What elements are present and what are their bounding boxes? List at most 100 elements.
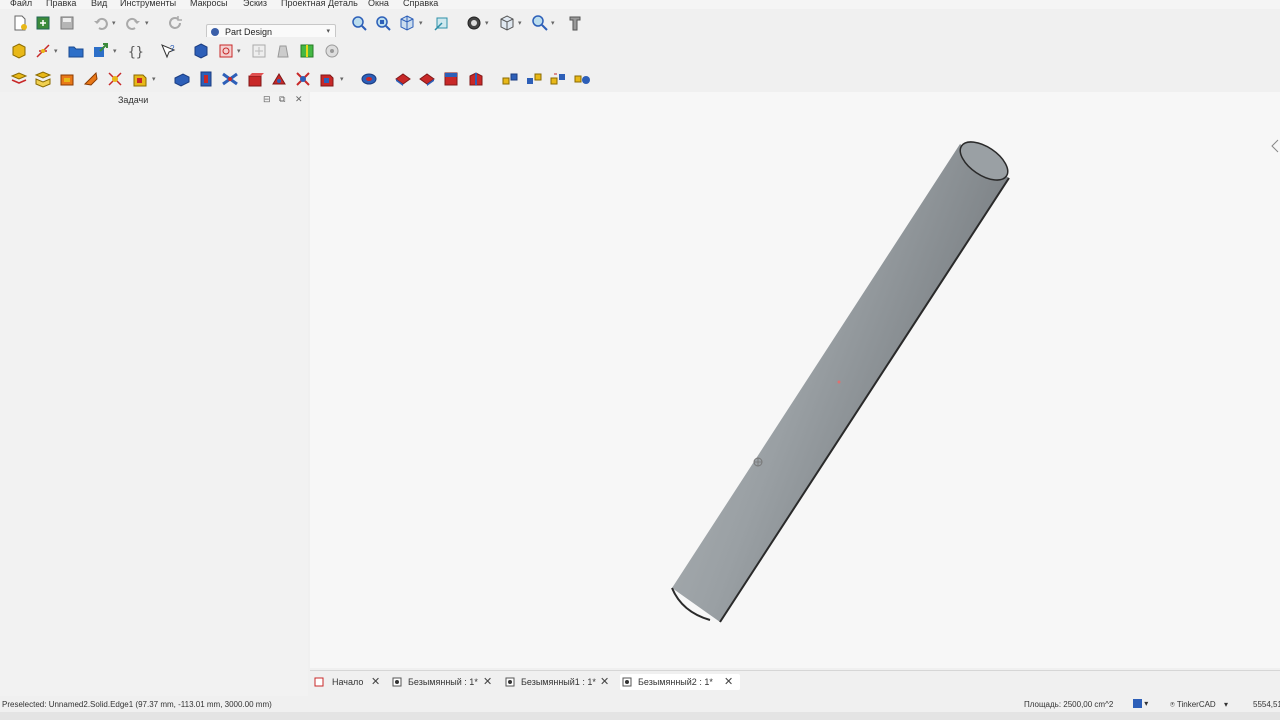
group-icon[interactable] (67, 42, 85, 60)
standard-views-icon[interactable] (498, 14, 516, 32)
save-document-icon[interactable] (58, 14, 76, 32)
area-readout: Площадь: 2500,00 cm^2 (1024, 700, 1114, 709)
helix-icon[interactable] (270, 70, 288, 88)
subtractive-primitive-icon[interactable] (294, 70, 312, 88)
tab-label: Безымянный1 : 1* (521, 677, 596, 687)
3d-view[interactable] (310, 92, 1280, 668)
tab-label: Начало (332, 677, 364, 687)
create-sketch-dropdown-icon[interactable]: ▾ (237, 47, 241, 55)
validate-sketch-icon[interactable] (250, 42, 268, 60)
whats-this-icon[interactable]: ? (159, 42, 177, 60)
additive-dropdown-icon[interactable]: ▾ (152, 75, 156, 83)
tab-document-2[interactable]: Безымянный2 : 1* ✕ (620, 674, 740, 690)
tab-document[interactable]: Безымянный : 1* ✕ (392, 674, 498, 690)
undo-dropdown-icon[interactable]: ▾ (112, 19, 116, 27)
link-icon[interactable] (92, 42, 110, 60)
revolution-icon[interactable] (197, 70, 215, 88)
isometric-view-icon[interactable] (398, 14, 416, 32)
task-panel-title: Задачи (118, 95, 149, 105)
linear-pattern-icon[interactable] (501, 70, 519, 88)
float-panel-icon[interactable]: ⊟ (263, 94, 271, 105)
pipe-icon[interactable] (246, 70, 264, 88)
body-icon[interactable] (192, 42, 210, 60)
menu-part-design[interactable]: Проектная Деталь (281, 0, 358, 8)
document-icon (622, 677, 632, 687)
sub-shape-binder-icon[interactable] (323, 42, 341, 60)
shape-binder-icon[interactable] (298, 42, 316, 60)
create-sketch-icon[interactable] (217, 42, 235, 60)
additive-primitive-icon[interactable] (131, 70, 149, 88)
subtractive-dropdown-icon[interactable]: ▾ (340, 75, 344, 83)
sketch-icon[interactable] (34, 42, 52, 60)
datum-point-icon[interactable] (10, 70, 28, 88)
navigation-style-selector[interactable]: ⍟ TinkerCAD ▾ (1170, 700, 1228, 710)
menu-sketch[interactable]: Эскиз (243, 0, 267, 8)
clone-icon[interactable] (274, 42, 292, 60)
link-dropdown-icon[interactable]: ▾ (113, 47, 117, 55)
close-icon[interactable]: ✕ (600, 675, 609, 688)
macro-icon[interactable] (566, 14, 584, 32)
undo-icon[interactable] (92, 14, 110, 32)
draw-style-status-icon[interactable]: ▾ (1133, 699, 1148, 709)
tab-label: Безымянный : 1* (408, 677, 478, 687)
close-icon[interactable]: ✕ (371, 675, 380, 688)
view-dropdown-icon[interactable]: ▾ (419, 19, 423, 27)
refresh-icon[interactable] (166, 14, 184, 32)
hole-icon[interactable] (394, 70, 412, 88)
undock-panel-icon[interactable]: ⧉ (279, 94, 285, 105)
draw-style-dropdown-icon[interactable]: ▾ (485, 19, 489, 27)
part-container-icon[interactable] (10, 42, 28, 60)
svg-text:{}: {} (128, 45, 144, 60)
pattern-settings-icon[interactable] (573, 70, 591, 88)
datum-line-icon[interactable] (34, 70, 52, 88)
navigation-cube-collapse-icon[interactable] (1271, 139, 1279, 153)
expression-icon[interactable]: {} (126, 42, 144, 60)
menu-windows[interactable]: Окна (368, 0, 389, 8)
cylinder-solid[interactable] (671, 134, 1014, 623)
task-panel: Задачи ⊟ ⧉ ✕ (0, 92, 308, 696)
navigation-style-label: TinkerCAD (1176, 700, 1216, 709)
datum-shape-icon[interactable] (106, 70, 124, 88)
draw-style-icon[interactable] (465, 14, 483, 32)
document-tabs: Начало ✕ Безымянный : 1* ✕ Безымянный1 :… (310, 670, 1280, 693)
redo-icon[interactable] (124, 14, 142, 32)
pad-icon[interactable] (173, 70, 191, 88)
svg-text:?: ? (170, 44, 175, 53)
close-icon[interactable]: ✕ (483, 675, 492, 688)
sketch-dropdown-icon[interactable]: ▾ (54, 47, 58, 55)
new-document-icon[interactable] (11, 14, 29, 32)
3d-viewport-canvas[interactable] (310, 92, 1280, 668)
tab-start[interactable]: Начало ✕ (314, 674, 386, 690)
menu-edit[interactable]: Правка (46, 0, 76, 8)
redo-dropdown-icon[interactable]: ▾ (145, 19, 149, 27)
close-icon[interactable]: ✕ (724, 675, 733, 688)
fit-all-icon[interactable] (350, 14, 368, 32)
look-at-icon[interactable] (433, 14, 451, 32)
close-icon[interactable]: ✕ (295, 94, 303, 105)
menu-tools[interactable]: Инструменты (120, 0, 176, 8)
multi-transform-icon[interactable] (549, 70, 567, 88)
preselection-text: Preselected: Unnamed2.Solid.Edge1 (97.37… (2, 700, 272, 709)
subtractive-loft-icon[interactable] (442, 70, 460, 88)
pocket-icon[interactable] (360, 70, 378, 88)
polar-pattern-icon[interactable] (525, 70, 543, 88)
loft-icon[interactable] (221, 70, 239, 88)
open-document-icon[interactable] (34, 14, 52, 32)
document-icon (392, 677, 402, 687)
document-icon (505, 677, 515, 687)
menu-help[interactable]: Справка (403, 0, 438, 8)
menu-macro[interactable]: Макросы (190, 0, 228, 8)
menu-file[interactable]: Файл (10, 0, 32, 8)
measure-icon[interactable] (531, 14, 549, 32)
menu-view[interactable]: Вид (91, 0, 107, 8)
mouse-cursor-icon (753, 457, 763, 467)
measure-dropdown-icon[interactable]: ▾ (551, 19, 555, 27)
groove-icon[interactable] (418, 70, 436, 88)
tab-document-1[interactable]: Безымянный1 : 1* ✕ (505, 674, 617, 690)
local-cs-icon[interactable] (82, 70, 100, 88)
fit-selection-icon[interactable] (374, 14, 392, 32)
datum-plane-icon[interactable] (58, 70, 76, 88)
mirrored-icon[interactable] (467, 70, 485, 88)
boolean-icon[interactable] (318, 70, 336, 88)
standard-views-dropdown-icon[interactable]: ▾ (518, 19, 522, 27)
